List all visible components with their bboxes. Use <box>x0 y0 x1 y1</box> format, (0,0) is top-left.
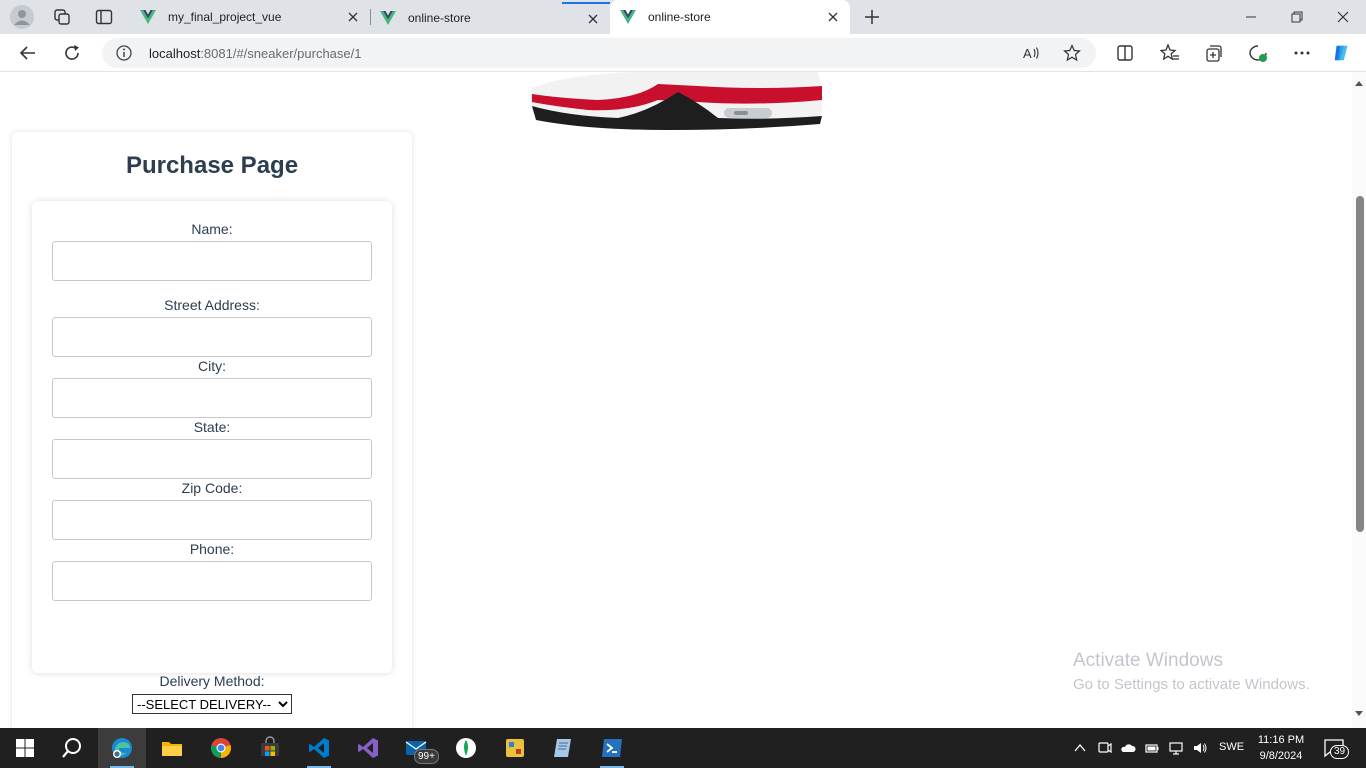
browser-tab-2[interactable]: online-store <box>370 0 610 34</box>
browser-tab-1[interactable]: my_final_project_vue <box>130 0 370 34</box>
file-explorer-icon[interactable] <box>160 736 184 760</box>
copilot-icon[interactable] <box>1332 43 1352 63</box>
clock-date: 9/8/2024 <box>1259 750 1303 762</box>
watermark-title: Activate Windows <box>1073 650 1223 671</box>
browser-tab-3-active[interactable]: online-store <box>610 0 850 34</box>
purchase-card: Purchase Page Name: Street Address: City… <box>12 132 412 728</box>
street-address-input[interactable] <box>52 317 372 357</box>
clock-time: 11:16 PM <box>1257 734 1305 746</box>
activate-windows-watermark: Activate Windows Go to Settings to activ… <box>1073 650 1310 693</box>
browser-tab-strip: my_final_project_vue online-store online… <box>0 0 1366 34</box>
watermark-subtitle: Go to Settings to activate Windows. <box>1073 676 1310 693</box>
onedrive-icon[interactable] <box>1120 740 1136 756</box>
page-title: Purchase Page <box>125 152 299 179</box>
url-text[interactable]: localhost:8081/#/sneaker/purchase/1 <box>149 46 361 61</box>
powershell-icon[interactable] <box>600 736 624 760</box>
state-label: State: <box>193 419 231 435</box>
back-icon[interactable] <box>18 43 38 63</box>
vscode-icon[interactable] <box>307 736 331 760</box>
zip-code-label: Zip Code: <box>181 480 243 496</box>
system-clock[interactable]: 11:16 PM 9/8/2024 <box>1253 732 1309 764</box>
read-aloud-icon[interactable]: A <box>1022 44 1040 62</box>
scrollbar-thumb[interactable] <box>1356 196 1364 532</box>
name-label: Name: <box>191 221 233 237</box>
vertical-scrollbar[interactable] <box>1352 72 1366 728</box>
battery-icon[interactable] <box>1144 740 1160 756</box>
new-tab-icon[interactable] <box>862 7 882 27</box>
scroll-up-arrow-icon[interactable] <box>1355 81 1363 86</box>
add-favorite-icon[interactable] <box>1063 44 1081 62</box>
browser-essentials-icon[interactable] <box>1248 43 1268 63</box>
name-input[interactable] <box>52 241 372 281</box>
meet-now-icon[interactable] <box>1097 740 1113 756</box>
browser-toolbar: localhost:8081/#/sneaker/purchase/1 A <box>0 34 1366 72</box>
address-form: Name: Street Address: City: State: Zip C… <box>32 201 392 673</box>
phone-label: Phone: <box>189 541 235 557</box>
input-language[interactable]: SWE <box>1219 741 1244 753</box>
vue-logo-icon <box>380 11 396 25</box>
url-host: localhost <box>149 46 201 61</box>
close-tab-icon[interactable] <box>826 10 840 24</box>
network-icon[interactable] <box>1168 740 1184 756</box>
tab-title: online-store <box>648 10 711 24</box>
url-path: :8081/#/sneaker/purchase/1 <box>200 46 362 61</box>
vue-logo-icon <box>140 10 156 24</box>
scroll-down-arrow-icon[interactable] <box>1355 711 1363 716</box>
close-tab-icon[interactable] <box>346 10 360 24</box>
vue-logo-icon <box>620 10 636 24</box>
refresh-icon[interactable] <box>62 43 82 63</box>
volume-icon[interactable] <box>1192 740 1208 756</box>
delivery-method-label: Delivery Method: <box>159 673 265 689</box>
site-info-icon[interactable] <box>116 45 132 61</box>
city-input[interactable] <box>52 378 372 418</box>
collections-icon[interactable] <box>1204 43 1224 63</box>
phone-input[interactable] <box>52 561 372 601</box>
mail-badge: 99+ <box>414 749 439 764</box>
chrome-icon[interactable] <box>209 736 233 760</box>
notification-count-badge: 39 <box>1330 745 1350 759</box>
restore-icon[interactable] <box>1287 7 1307 27</box>
delivery-method-select[interactable]: --SELECT DELIVERY-- <box>132 694 292 714</box>
tab-title: my_final_project_vue <box>168 10 282 24</box>
tab-title: online-store <box>408 11 471 25</box>
address-bar[interactable]: localhost:8081/#/sneaker/purchase/1 A <box>102 38 1096 68</box>
windows-taskbar: 99+ SWE 11:16 PM 9/8/2024 39 <box>0 728 1366 768</box>
profile-icon[interactable] <box>10 5 34 29</box>
workspaces-icon[interactable] <box>52 7 72 27</box>
tab-actions-icon[interactable] <box>94 7 114 27</box>
page-viewport: Purchase Page Name: Street Address: City… <box>0 72 1366 728</box>
minimize-icon[interactable] <box>1241 7 1261 27</box>
favorites-icon[interactable] <box>1160 43 1180 63</box>
edge-icon[interactable] <box>110 736 134 760</box>
more-options-icon[interactable] <box>1292 43 1312 63</box>
svg-text:A: A <box>1023 46 1032 61</box>
close-tab-icon[interactable] <box>586 12 600 26</box>
state-input[interactable] <box>52 439 372 479</box>
street-address-label: Street Address: <box>164 297 260 313</box>
search-icon[interactable] <box>60 736 84 760</box>
city-label: City: <box>198 358 226 374</box>
start-icon[interactable] <box>13 736 37 760</box>
show-hidden-icons-icon[interactable] <box>1072 740 1088 756</box>
microsoft-store-icon[interactable] <box>258 736 282 760</box>
split-screen-icon[interactable] <box>1115 43 1135 63</box>
visual-studio-icon[interactable] <box>356 736 380 760</box>
sneaker-image <box>530 72 823 130</box>
mongodb-compass-icon[interactable] <box>454 736 478 760</box>
sticky-app-icon[interactable] <box>503 736 527 760</box>
close-window-icon[interactable] <box>1333 7 1353 27</box>
notebook-app-icon[interactable] <box>551 736 575 760</box>
zip-code-input[interactable] <box>52 500 372 540</box>
